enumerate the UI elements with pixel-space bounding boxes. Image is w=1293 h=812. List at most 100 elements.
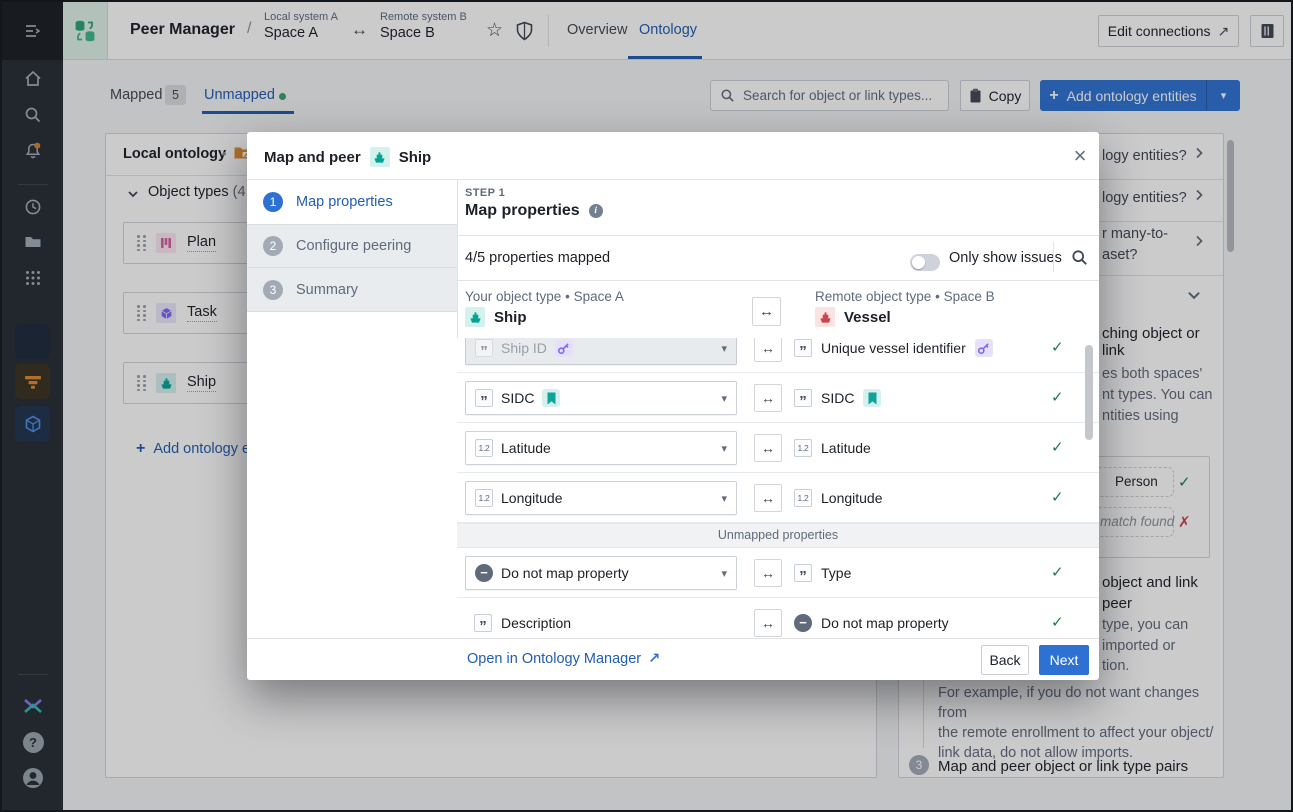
ship-type-icon (465, 307, 485, 327)
left-column-label: Your object type (465, 289, 561, 304)
remote-property: − Do not map property (794, 606, 949, 638)
do-not-map-icon: − (475, 564, 493, 582)
decimal-type-icon: 1.2 (794, 439, 812, 457)
property-row-ship-id: ” Ship ID ▾ ↔ ” Unique vessel identifier… (457, 338, 1099, 373)
decimal-type-icon: 1.2 (475, 489, 493, 507)
close-icon[interactable]: × (1067, 143, 1093, 169)
left-object-type-name: Ship (494, 309, 527, 326)
property-row-longitude: 1.2 Longitude ▾ ↔ 1.2 Longitude ✓ (457, 473, 1099, 523)
only-show-issues-toggle[interactable] (910, 254, 940, 271)
right-column-header: Remote object type • Space B (815, 289, 995, 304)
modal-title: Map and peer Ship (264, 147, 431, 167)
chevron-down-icon: ▾ (721, 567, 727, 580)
ship-type-icon (370, 147, 390, 167)
string-type-icon: ” (794, 389, 812, 407)
remote-property: ” Type (794, 556, 851, 590)
check-icon: ✓ (1051, 338, 1064, 356)
left-object-type: Ship (465, 307, 527, 327)
modal-title-text: Map and peer (264, 149, 361, 166)
bullet: • (565, 289, 570, 304)
property-select[interactable]: − Do not map property ▾ (465, 556, 737, 590)
status-row-divider (1053, 242, 1054, 272)
left-column-space: Space A (574, 289, 624, 304)
step-number: 3 (263, 280, 283, 300)
right-column-space: Space B (944, 289, 995, 304)
chevron-down-icon: ▾ (721, 392, 727, 405)
step-map-properties[interactable]: 1 Map properties (247, 180, 457, 224)
only-show-issues-label: Only show issues (949, 250, 1062, 266)
check-icon: ✓ (1051, 613, 1064, 631)
remote-property: ” Unique vessel identifier (794, 338, 993, 365)
property-row-type: − Do not map property ▾ ↔ ” Type ✓ (457, 548, 1099, 598)
property-label: Latitude (501, 440, 551, 456)
swap-icon: ↔ (754, 559, 782, 587)
right-object-type: Vessel (815, 307, 891, 327)
property-select-disabled[interactable]: ” Ship ID ▾ (465, 338, 737, 365)
property-select[interactable]: 1.2 Longitude ▾ (465, 481, 737, 515)
next-button[interactable]: Next (1039, 645, 1089, 675)
property-row-latitude: 1.2 Latitude ▾ ↔ 1.2 Latitude ✓ (457, 423, 1099, 473)
property-label: SIDC (501, 390, 534, 406)
title-bookmark-icon (863, 389, 881, 407)
search-properties-icon[interactable] (1067, 245, 1091, 269)
title-bookmark-icon (542, 389, 560, 407)
modal-divider (457, 235, 1099, 236)
right-object-type-name: Vessel (844, 309, 891, 326)
property-mapping-list: ” Ship ID ▾ ↔ ” Unique vessel identifier… (457, 338, 1099, 638)
back-button[interactable]: Back (981, 645, 1029, 675)
check-icon: ✓ (1051, 488, 1064, 506)
property-label: Unique vessel identifier (821, 340, 966, 356)
remote-property: ” SIDC (794, 381, 881, 415)
property-list-scrollbar[interactable] (1085, 345, 1093, 440)
local-property: ” Description (474, 606, 571, 638)
property-label: Description (501, 615, 571, 631)
external-link-icon: ↗ (648, 651, 660, 667)
primary-key-icon (975, 339, 993, 357)
check-icon: ✓ (1051, 438, 1064, 456)
property-label: Do not map property (501, 565, 629, 581)
remote-property: 1.2 Longitude (794, 481, 883, 515)
string-type-icon: ” (794, 339, 812, 357)
property-label: Do not map property (821, 615, 949, 631)
step-configure-peering[interactable]: 2 Configure peering (247, 224, 457, 268)
property-label: Longitude (821, 490, 883, 506)
step-number: 2 (263, 236, 283, 256)
swap-icon: ↔ (754, 609, 782, 637)
step-summary[interactable]: 3 Summary (247, 268, 457, 312)
modal-entity-name: Ship (399, 149, 432, 166)
do-not-map-icon: − (794, 614, 812, 632)
string-type-icon: ” (474, 614, 492, 632)
step-title: Map properties i (465, 202, 603, 220)
remote-property: 1.2 Latitude (794, 431, 871, 465)
decimal-type-icon: 1.2 (794, 489, 812, 507)
property-label: Longitude (501, 490, 563, 506)
step-label: Summary (296, 282, 358, 298)
property-label: Type (821, 565, 851, 581)
step-eyebrow: STEP 1 (465, 187, 505, 199)
swap-icon: ↔ (754, 384, 782, 412)
property-row-description: ” Description ↔ − Do not map property ✓ (457, 598, 1099, 638)
string-type-icon: ” (794, 564, 812, 582)
property-select[interactable]: ” SIDC ▾ (465, 381, 737, 415)
right-column-label: Remote object type (815, 289, 931, 304)
step-label: Map properties (296, 194, 393, 210)
toggle-knob (912, 256, 925, 269)
chevron-down-icon: ▾ (721, 492, 727, 505)
bullet: • (935, 289, 940, 304)
swap-icon: ↔ (754, 484, 782, 512)
next-label: Next (1050, 652, 1079, 668)
open-ontology-manager-label: Open in Ontology Manager (467, 651, 641, 667)
mapped-status-text: 4/5 properties mapped (465, 250, 610, 266)
info-icon[interactable]: i (589, 204, 603, 218)
property-select[interactable]: 1.2 Latitude ▾ (465, 431, 737, 465)
decimal-type-icon: 1.2 (475, 439, 493, 457)
property-label: Ship ID (501, 340, 547, 356)
modal-header: Map and peer Ship × (247, 132, 1099, 180)
step-number: 1 (263, 192, 283, 212)
property-row-sidc: ” SIDC ▾ ↔ ” SIDC ✓ (457, 373, 1099, 423)
step-title-text: Map properties (465, 202, 580, 220)
property-label: SIDC (821, 390, 854, 406)
open-ontology-manager-link[interactable]: Open in Ontology Manager ↗ (467, 651, 660, 667)
unmapped-properties-divider: Unmapped properties (457, 523, 1099, 548)
modal-divider (457, 280, 1099, 281)
